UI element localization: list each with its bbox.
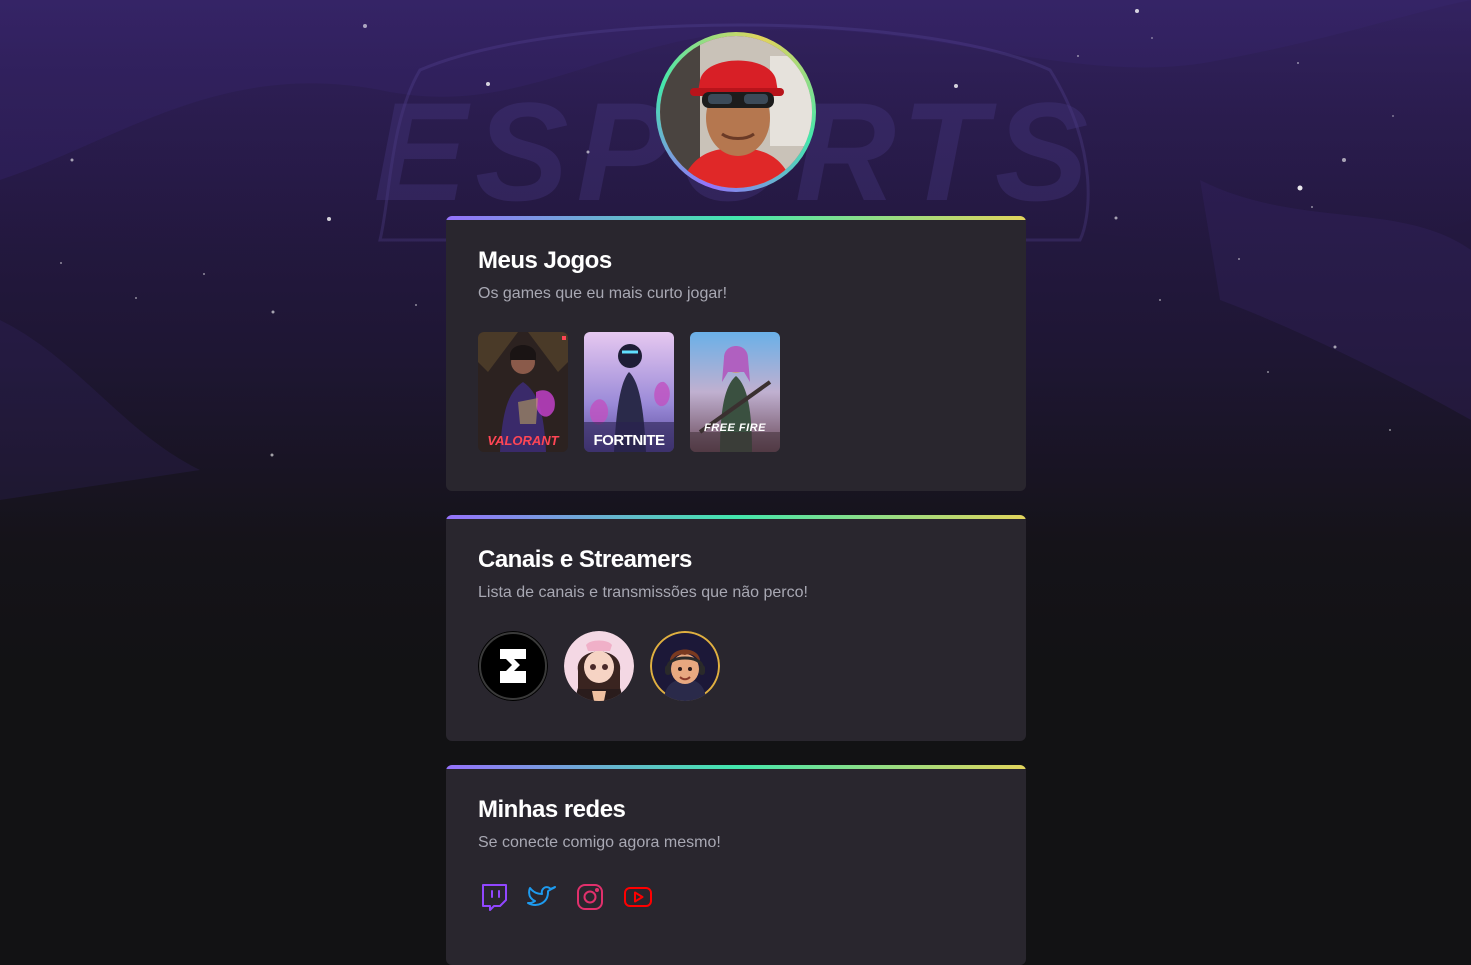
streamers-card: Canais e Streamers Lista de canais e tra… <box>446 515 1026 741</box>
game-fortnite[interactable]: FORTNITE <box>584 332 674 452</box>
page: Meus Jogos Os games que eu mais curto jo… <box>0 0 1471 965</box>
game-free-fire[interactable]: FREE FIRE <box>690 332 780 452</box>
socials-card-title: Minhas redes <box>478 796 626 823</box>
streamer-avatar-1[interactable] <box>478 631 548 701</box>
games-card: Meus Jogos Os games que eu mais curto jo… <box>446 216 1026 491</box>
youtube-icon[interactable] <box>622 881 654 913</box>
streamers-card-subtitle: Lista de canais e transmissões que não p… <box>478 584 808 601</box>
socials-list <box>478 881 654 913</box>
avatar-photo <box>660 36 812 188</box>
streamer-avatar-3[interactable] <box>650 631 720 701</box>
socials-card-subtitle: Se conecte comigo agora mesmo! <box>478 834 721 851</box>
game-free-fire-label: FREE FIRE <box>704 422 766 434</box>
streamer-avatar-2[interactable] <box>564 631 634 701</box>
streamers-card-title: Canais e Streamers <box>478 546 692 573</box>
twitter-icon[interactable] <box>526 881 558 913</box>
game-fortnite-label: FORTNITE <box>593 432 666 449</box>
games-card-subtitle: Os games que eu mais curto jogar! <box>478 285 728 302</box>
instagram-icon[interactable] <box>574 881 606 913</box>
socials-card: Minhas redes Se conecte comigo agora mes… <box>446 765 1026 965</box>
twitch-icon[interactable] <box>478 881 510 913</box>
streamers-list <box>478 631 720 701</box>
profile-avatar <box>656 32 816 192</box>
games-card-title: Meus Jogos <box>478 247 612 274</box>
game-valorant[interactable]: VALORANT <box>478 332 568 452</box>
games-list: VALORANT FORTNITE FREE FIRE <box>478 332 780 452</box>
game-valorant-label: VALORANT <box>487 433 559 448</box>
